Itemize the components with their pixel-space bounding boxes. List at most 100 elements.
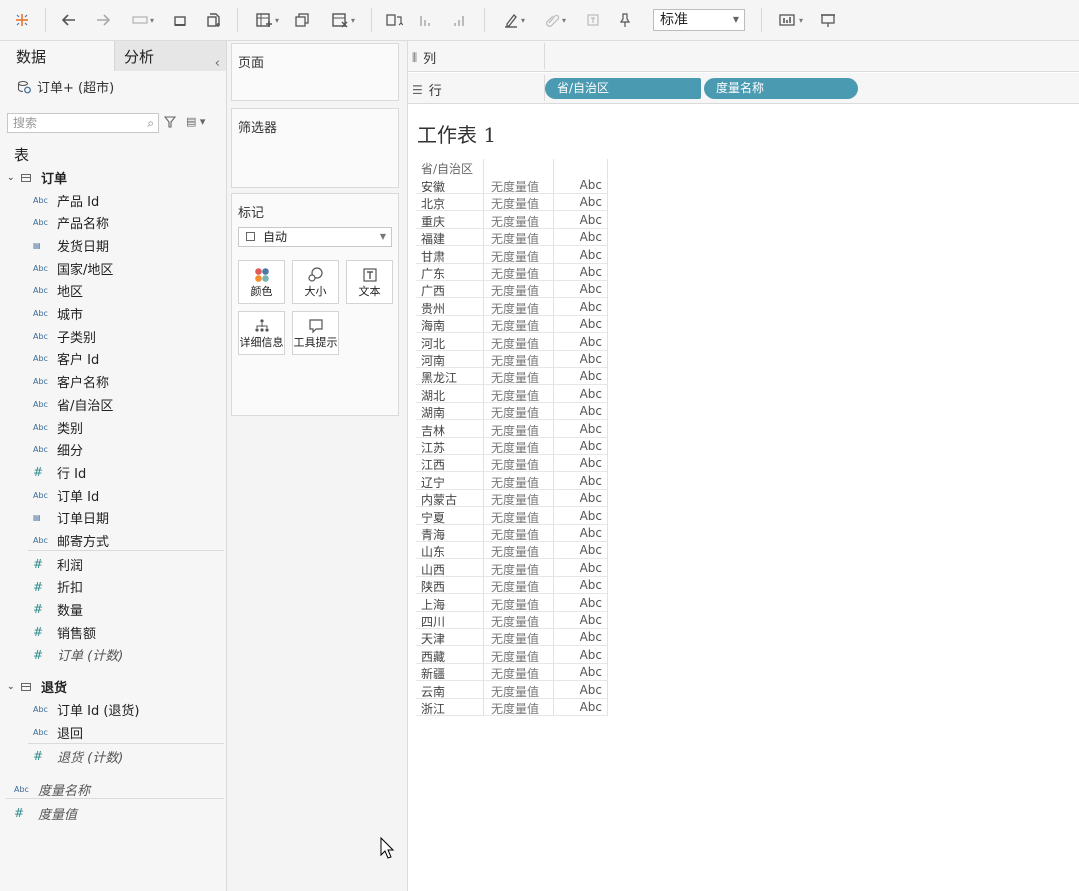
measure-name-cell[interactable]: 无度量值 (491, 300, 561, 317)
province-cell[interactable]: 安徽 (421, 178, 445, 195)
province-cell[interactable]: 四川 (421, 613, 445, 630)
province-cell[interactable]: 河南 (421, 352, 445, 369)
value-cell[interactable]: Abc (580, 439, 602, 453)
table-row[interactable]: 海南 无度量值 Abc (416, 316, 607, 334)
detail-button[interactable]: 详细信息 (238, 311, 285, 355)
table-row[interactable]: 内蒙古 无度量值 Abc (416, 490, 607, 508)
new-worksheet-icon[interactable]: ▾ (249, 9, 285, 31)
value-cell[interactable]: Abc (580, 648, 602, 662)
measure-name-cell[interactable]: 无度量值 (491, 509, 561, 526)
table-row[interactable]: 四川 无度量值 Abc (416, 612, 607, 629)
province-cell[interactable]: 辽宁 (421, 474, 445, 491)
table-row[interactable]: 安徽 无度量值 Abc (416, 177, 607, 194)
tooltip-button[interactable]: 工具提示 (292, 311, 339, 355)
field-item[interactable]: # 行 Id (33, 462, 86, 482)
measure-name-cell[interactable]: 无度量值 (491, 178, 561, 195)
value-cell[interactable]: Abc (580, 543, 602, 557)
field-item[interactable]: # 数量 (33, 599, 83, 619)
value-cell[interactable]: Abc (580, 213, 602, 227)
measure-name-cell[interactable]: 无度量值 (491, 230, 561, 247)
measure-name-cell[interactable]: 无度量值 (491, 248, 561, 265)
measure-name-cell[interactable]: 无度量值 (491, 265, 561, 282)
filter-icon[interactable] (163, 116, 177, 132)
value-cell[interactable]: Abc (580, 300, 602, 314)
show-cards-icon[interactable]: ▾ (773, 9, 809, 31)
measure-name-cell[interactable]: 无度量值 (491, 474, 561, 491)
field-item[interactable]: Abc 省/自治区 (33, 394, 113, 414)
swap-rows-columns-icon[interactable] (383, 9, 405, 31)
pages-card[interactable]: 页面 (231, 43, 399, 101)
field-item[interactable]: Abc 城市 (33, 304, 83, 324)
province-cell[interactable]: 重庆 (421, 213, 445, 230)
table-row[interactable]: 广西 无度量值 Abc (416, 281, 607, 299)
table-row[interactable]: 辽宁 无度量值 Abc (416, 473, 607, 490)
province-cell[interactable]: 西藏 (421, 648, 445, 665)
new-datasource-icon[interactable] (203, 9, 225, 31)
measure-name-cell[interactable]: 无度量值 (491, 683, 561, 700)
value-cell[interactable]: Abc (580, 456, 602, 470)
table-row[interactable]: 山东 无度量值 Abc (416, 542, 607, 560)
sheet-title[interactable]: 工作表 1 (417, 119, 496, 148)
value-cell[interactable]: Abc (580, 178, 602, 192)
province-cell[interactable]: 吉林 (421, 422, 445, 439)
table-row[interactable]: 新疆 无度量值 Abc (416, 664, 607, 682)
tableau-logo-icon[interactable] (12, 9, 32, 31)
province-cell[interactable]: 海南 (421, 317, 445, 334)
table-group-orders[interactable]: ⌄ 订单 (7, 168, 67, 187)
value-cell[interactable]: Abc (580, 248, 602, 262)
province-cell[interactable]: 甘肃 (421, 248, 445, 265)
province-cell[interactable]: 新疆 (421, 665, 445, 682)
province-cell[interactable]: 青海 (421, 526, 445, 543)
search-field-input[interactable]: 搜索 ⌕ (7, 113, 159, 133)
measure-name-cell[interactable]: 无度量值 (491, 352, 561, 369)
collapse-pane-icon[interactable]: ‹ (215, 48, 220, 80)
province-cell[interactable]: 江苏 (421, 439, 445, 456)
header-province[interactable]: 省/自治区 (421, 160, 473, 177)
presentation-mode-icon[interactable] (817, 9, 839, 31)
duplicate-sheet-icon[interactable] (291, 9, 313, 31)
table-row[interactable]: 福建 无度量值 Abc (416, 229, 607, 247)
measure-name-cell[interactable]: 无度量值 (491, 439, 561, 456)
province-cell[interactable]: 贵州 (421, 300, 445, 317)
province-cell[interactable]: 天津 (421, 630, 445, 647)
measure-name-cell[interactable]: 无度量值 (491, 613, 561, 630)
value-cell[interactable]: Abc (580, 352, 602, 366)
table-group-returns[interactable]: ⌄ 退货 (7, 677, 67, 696)
fix-axes-icon[interactable] (615, 9, 635, 31)
field-item[interactable]: Abc 度量名称 (14, 779, 90, 799)
columns-shelf[interactable]: ⫼ 列 (408, 41, 1079, 72)
table-row[interactable]: 河南 无度量值 Abc (416, 351, 607, 368)
text-button[interactable]: 文本 (346, 260, 393, 304)
table-row[interactable]: 江苏 无度量值 Abc (416, 438, 607, 455)
table-row[interactable]: 甘肃 无度量值 Abc (416, 247, 607, 264)
table-row[interactable]: 青海 无度量值 Abc (416, 525, 607, 542)
value-cell[interactable]: Abc (580, 369, 602, 383)
datasource-item[interactable]: 订单+ (超市) (17, 77, 114, 96)
table-row[interactable]: 重庆 无度量值 Abc (416, 212, 607, 229)
expand-chevron-icon[interactable]: ⌄ (7, 173, 19, 183)
table-row[interactable]: 陕西 无度量值 Abc (416, 577, 607, 595)
row-pill-measure-names[interactable]: 度量名称 (704, 78, 858, 99)
table-row[interactable]: 宁夏 无度量值 Abc (416, 508, 607, 525)
row-pill-province[interactable]: 省/自治区 (545, 78, 701, 99)
color-button[interactable]: 颜色 (238, 260, 285, 304)
fit-mode-select[interactable]: 标准 ▼ (653, 9, 745, 31)
table-row[interactable]: 天津 无度量值 Abc (416, 629, 607, 647)
measure-name-cell[interactable]: 无度量值 (491, 700, 561, 717)
save-icon[interactable] (170, 9, 190, 31)
value-cell[interactable]: Abc (580, 317, 602, 331)
field-item[interactable]: Abc 邮寄方式 (33, 531, 109, 551)
province-cell[interactable]: 北京 (421, 195, 445, 212)
highlight-icon[interactable]: ▾ (496, 9, 532, 31)
measure-name-cell[interactable]: 无度量值 (491, 665, 561, 682)
field-item[interactable]: Abc 子类别 (33, 326, 96, 346)
measure-name-cell[interactable]: 无度量值 (491, 422, 561, 439)
province-cell[interactable]: 陕西 (421, 578, 445, 595)
table-row[interactable]: 河北 无度量值 Abc (416, 334, 607, 351)
province-cell[interactable]: 山东 (421, 543, 445, 560)
measure-name-cell[interactable]: 无度量值 (491, 491, 561, 508)
tab-analysis[interactable]: 分析 ‹ (114, 41, 226, 71)
mark-type-select[interactable]: 自动 ▼ (238, 227, 392, 247)
worksheet-view[interactable]: 工作表 1 省/自治区 安徽 无度量值 Abc 北京 无度量值 Abc 重庆 无度量值 Abc 福… (408, 104, 1079, 891)
measure-name-cell[interactable]: 无度量值 (491, 282, 561, 299)
